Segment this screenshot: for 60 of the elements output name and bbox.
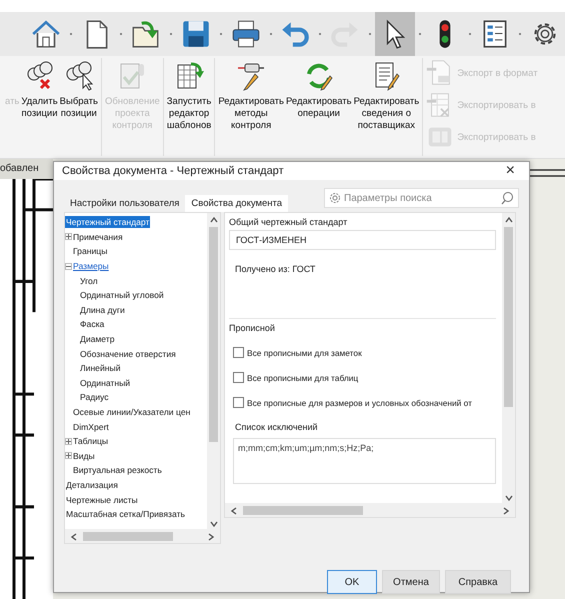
field-label: Список исключений — [235, 422, 319, 432]
tree-item[interactable]: Угол — [79, 274, 99, 287]
tree-item[interactable]: Таблицы — [72, 435, 110, 448]
checkbox-label: Все прописные для размеров и условных обозначений от — [247, 398, 472, 408]
ribbon-button[interactable]: Редактировать методы контроля — [217, 56, 285, 132]
tree-item[interactable]: Осевые линии/Указатели цен — [72, 406, 192, 418]
dialog-button[interactable]: Справка — [445, 570, 511, 594]
expand-toggle[interactable] — [65, 233, 72, 240]
tree-item[interactable]: Виды — [72, 450, 96, 462]
scrollbar-thumb[interactable] — [243, 506, 363, 514]
tree-item[interactable]: Примечания — [72, 230, 124, 243]
tree-item[interactable]: Границы — [72, 245, 108, 258]
expand-toggle[interactable] — [65, 438, 72, 445]
tree-item[interactable]: Масштабная сетка/Привязать — [65, 508, 186, 520]
tree-item[interactable]: Радиус — [79, 391, 110, 404]
dialog-button[interactable]: Отмена — [382, 570, 440, 594]
search-icon — [500, 191, 514, 205]
tree-item[interactable]: Длина дуги — [79, 304, 126, 316]
tree-item[interactable]: DimXpert — [72, 420, 110, 433]
checkbox-label: Все прописными для таблиц — [247, 372, 358, 382]
close-button[interactable]: × — [502, 162, 519, 180]
tree-item[interactable]: Линейный — [79, 362, 122, 374]
tree-item[interactable]: Чертежный стандарт — [65, 216, 150, 228]
exceptions-field[interactable]: m;mm;cm;km;um;µm;nm;s;Hz;Pa; — [233, 438, 496, 484]
settings-icon — [329, 192, 341, 204]
tree-item[interactable]: Детализация — [65, 478, 119, 491]
checkbox[interactable] — [233, 397, 244, 408]
tree-item[interactable]: Размеры — [72, 260, 110, 272]
checkbox[interactable] — [233, 347, 244, 358]
checkbox[interactable] — [233, 372, 244, 383]
section-heading: Общий чертежный стандарт — [229, 217, 348, 227]
section-heading: Прописной — [229, 323, 276, 333]
tree-item[interactable]: Фаска — [79, 318, 106, 330]
expand-toggle[interactable] — [65, 262, 72, 270]
tree-item[interactable]: Чертежные листы — [65, 494, 139, 506]
checkbox-label: Все прописными для заметок — [247, 348, 362, 358]
scrollbar-thumb[interactable] — [504, 227, 513, 407]
ribbon-button[interactable]: Удалить позиции — [20, 56, 59, 120]
ribbon-button[interactable]: Редактировать сведения о поставщиках — [352, 56, 420, 132]
dialog-button[interactable]: OK — [327, 570, 377, 594]
tree-item[interactable]: Ординатный — [79, 376, 132, 389]
workspace-tab[interactable]: обавлен — [0, 159, 53, 179]
expand-toggle[interactable] — [65, 452, 72, 460]
tree-item[interactable]: Диаметр — [79, 333, 116, 346]
tab[interactable]: Свойства документа — [185, 195, 288, 212]
tree-item[interactable]: Обозначение отверстия — [79, 348, 177, 360]
ribbon-button[interactable]: Запустить редактор шаблонов — [166, 56, 212, 132]
tree-item[interactable]: Ординатный угловой — [79, 289, 165, 302]
source-text: Получено из: ГОСТ — [235, 264, 316, 274]
search-field[interactable]: Параметры поиска — [324, 188, 519, 208]
tab[interactable]: Настройки пользователя — [64, 195, 186, 212]
standard-field[interactable]: ГОСТ-ИЗМЕНЕН — [229, 230, 496, 250]
drawing-lines-drawing — [530, 169, 565, 177]
ribbon-button[interactable]: Выбрать позиции — [58, 56, 99, 120]
scrollbar-thumb[interactable] — [209, 227, 218, 442]
scrollbar-thumb[interactable] — [83, 532, 173, 540]
pointer-button[interactable] — [375, 12, 416, 56]
ribbon-button[interactable]: Редактировать операции — [284, 56, 353, 120]
dialog-title: Свойства документа - Чертежный стандарт — [62, 165, 284, 177]
tree-item[interactable]: Виртуальная резкость — [72, 464, 163, 476]
